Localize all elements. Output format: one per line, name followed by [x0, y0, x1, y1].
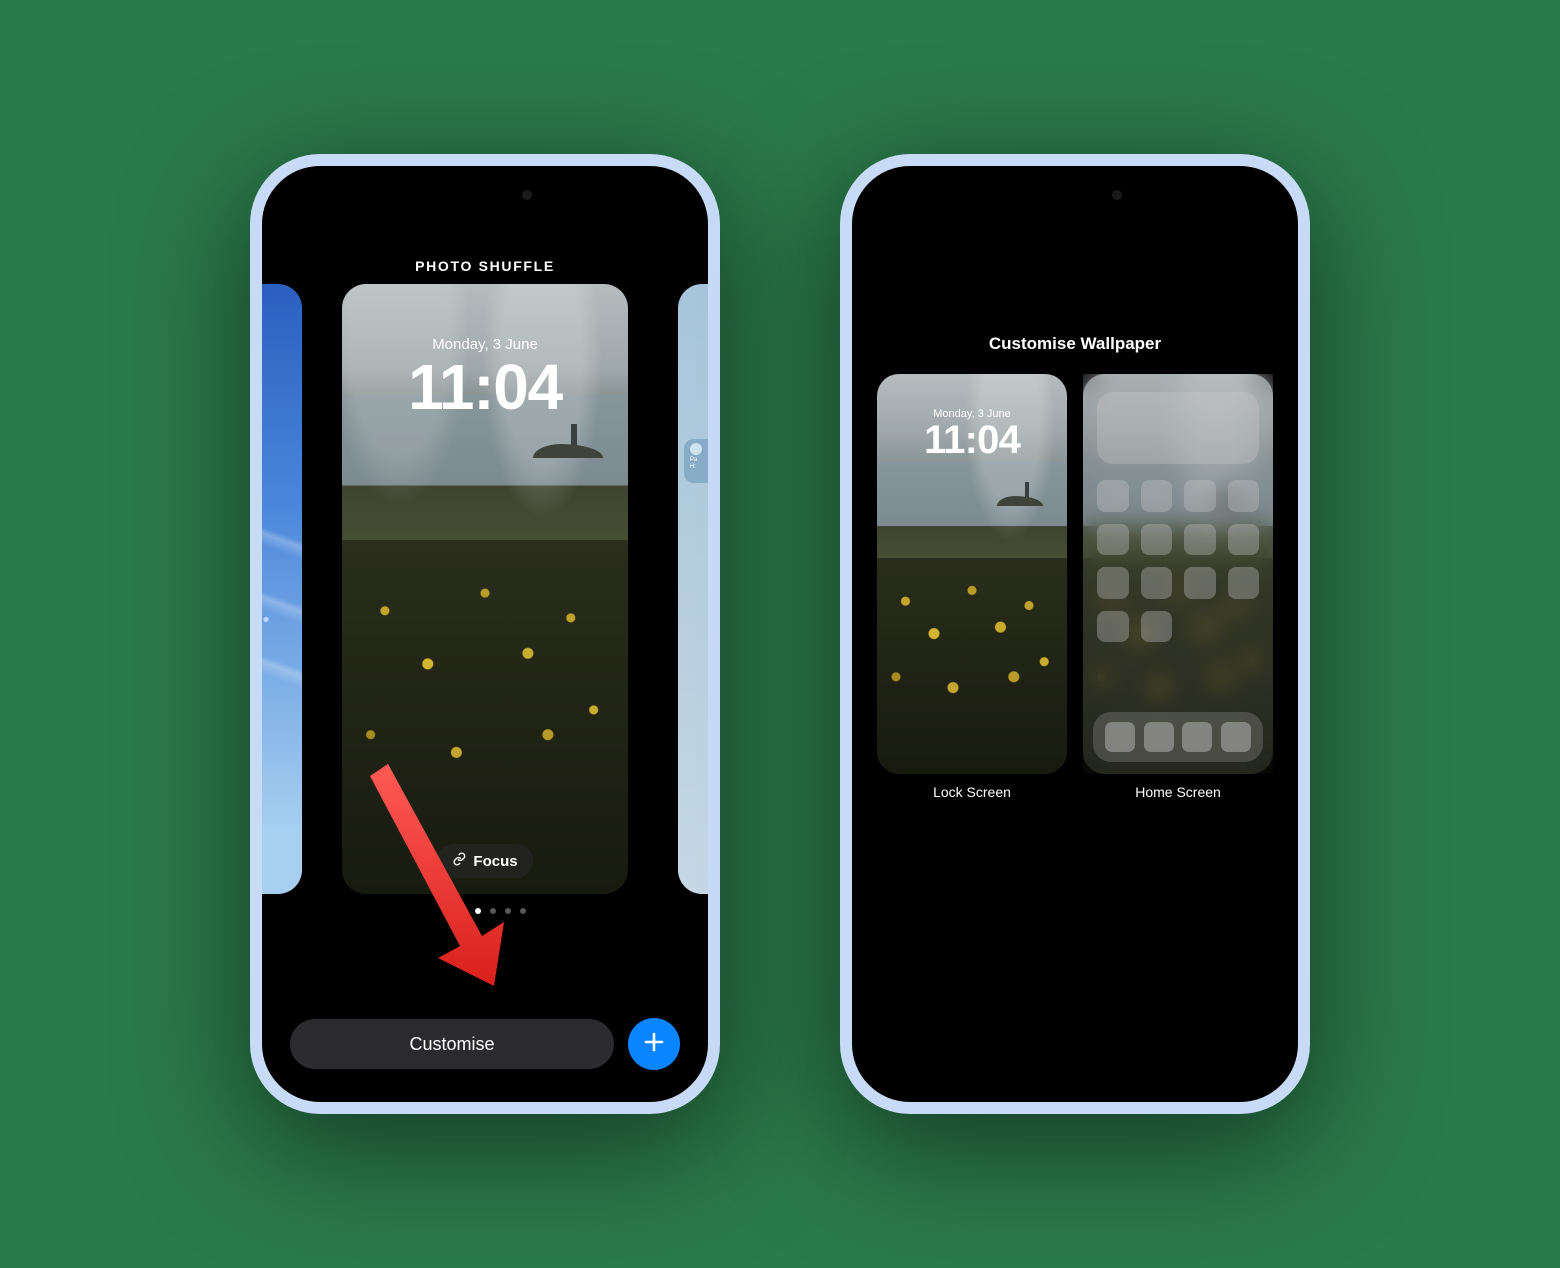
wallpaper-card-current[interactable]: Monday, 3 June 11:04 Focus: [342, 284, 628, 894]
customise-pair: Monday, 3 June 11:04 Lock Screen: [852, 374, 1298, 800]
add-wallpaper-button[interactable]: [628, 1018, 680, 1070]
dynamic-island: [426, 180, 544, 210]
lock-time: 11:04: [877, 418, 1067, 463]
screen-left: PHOTO SHUFFLE Monday, 3 June 11:04 Focu: [262, 166, 708, 1102]
foliage-graphic: [342, 540, 628, 894]
home-screen-preview[interactable]: [1083, 374, 1273, 774]
home-dock: [1093, 712, 1263, 762]
customise-button[interactable]: Customise: [290, 1019, 614, 1069]
lock-screen-label: Lock Screen: [933, 784, 1011, 800]
home-icon-grid: [1097, 480, 1259, 642]
dynamic-island: [1016, 180, 1134, 210]
home-screen-label: Home Screen: [1135, 784, 1221, 800]
foliage-graphic: [877, 558, 1067, 774]
bottom-bar: Customise: [262, 1018, 708, 1070]
lock-screen-preview[interactable]: Monday, 3 June 11:04: [877, 374, 1067, 774]
focus-pill[interactable]: Focus: [436, 844, 533, 878]
wallpaper-mode-title: PHOTO SHUFFLE: [262, 258, 708, 274]
lock-screen-option[interactable]: Monday, 3 June 11:04 Lock Screen: [877, 374, 1067, 800]
weather-line1: Pa: [690, 457, 708, 464]
plus-icon: [642, 1030, 666, 1059]
page-indicator: [262, 908, 708, 914]
focus-label: Focus: [473, 853, 517, 870]
customise-wallpaper-title: Customise Wallpaper: [852, 334, 1298, 354]
lighthouse-graphic: [571, 424, 577, 450]
wallpaper-carousel[interactable]: Monday, 3 June 11:04 Focus Pa H: [262, 284, 708, 894]
weather-widget-peek: Pa H:: [684, 439, 708, 483]
phone-right: Customise Wallpaper Monday, 3 June 11:04…: [840, 154, 1310, 1114]
home-screen-option[interactable]: Home Screen: [1083, 374, 1273, 800]
wallpaper-card-next[interactable]: Pa H:: [678, 284, 708, 894]
lighthouse-graphic: [1025, 482, 1029, 500]
lock-time: 11:04: [342, 350, 628, 424]
wallpaper-card-prev[interactable]: [262, 284, 302, 894]
customise-button-label: Customise: [409, 1034, 494, 1055]
weather-line2: H:: [690, 464, 708, 471]
link-icon: [452, 852, 466, 870]
phone-left: PHOTO SHUFFLE Monday, 3 June 11:04 Focu: [250, 154, 720, 1114]
screen-right: Customise Wallpaper Monday, 3 June 11:04…: [852, 166, 1298, 1102]
home-widget-placeholder: [1097, 392, 1259, 464]
